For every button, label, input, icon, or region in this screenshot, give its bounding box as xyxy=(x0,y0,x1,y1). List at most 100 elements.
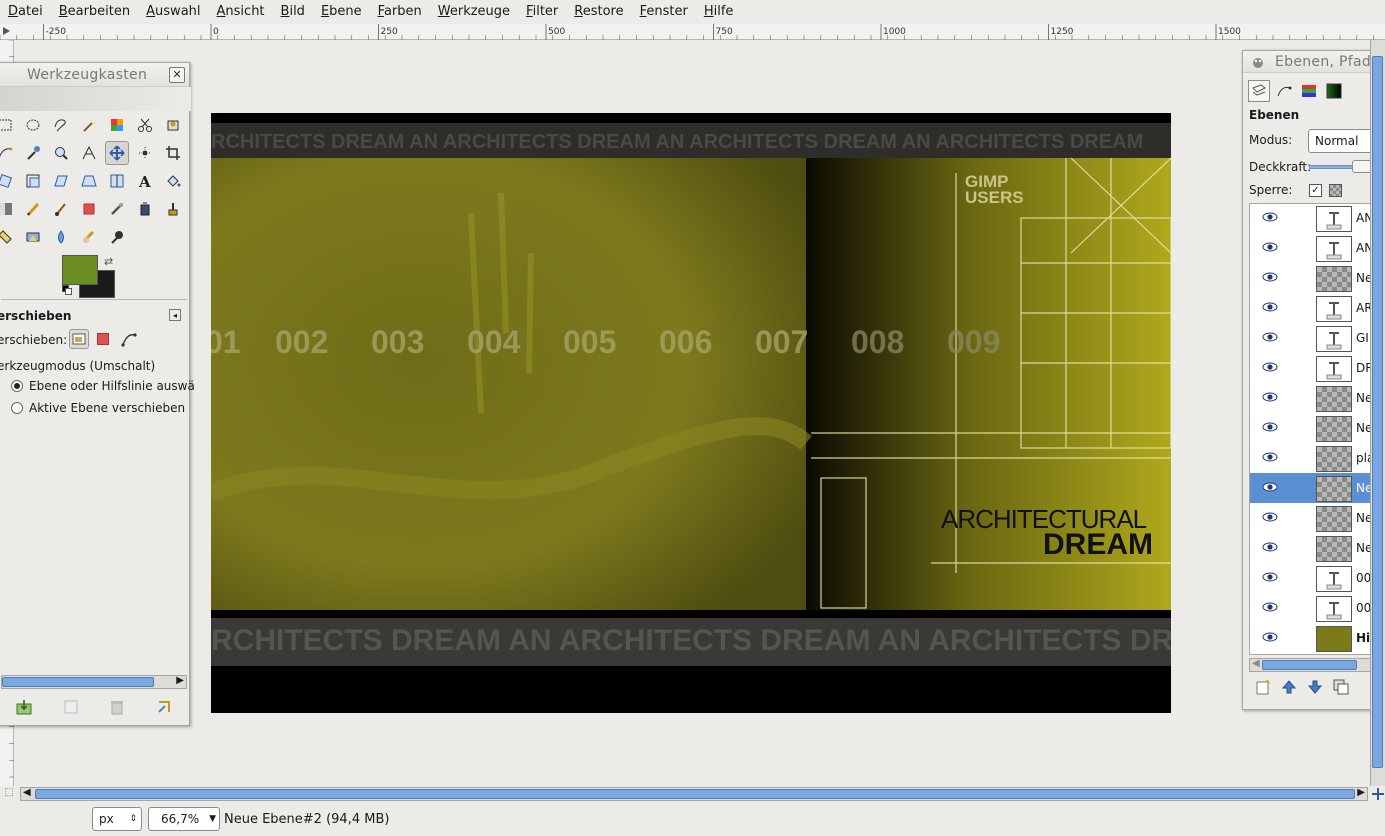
tool-airbrush-icon[interactable] xyxy=(105,197,129,221)
tool-color-select-icon[interactable] xyxy=(105,113,129,137)
swap-colors-icon[interactable]: ⇄ xyxy=(104,255,113,268)
canvas-scroll-right-icon[interactable]: ▶ xyxy=(1357,787,1365,798)
tool-scissors-icon[interactable] xyxy=(133,113,157,137)
eye-icon[interactable] xyxy=(1262,331,1278,343)
new-layer-icon[interactable] xyxy=(1255,679,1271,695)
unit-select[interactable]: px ⇕ xyxy=(92,807,142,831)
eye-icon[interactable] xyxy=(1262,271,1278,283)
layer-row[interactable]: Neue xyxy=(1250,473,1385,503)
layer-row[interactable]: plans xyxy=(1250,443,1385,473)
lower-layer-icon[interactable] xyxy=(1307,679,1323,695)
layer-row[interactable]: 001 xyxy=(1250,563,1385,593)
move-path-mode-icon[interactable] xyxy=(121,331,137,347)
tool-bucket-fill-icon[interactable] xyxy=(161,169,185,193)
menu-auswahl[interactable]: Auswahl xyxy=(138,0,208,24)
tool-smudge-icon[interactable] xyxy=(77,225,101,249)
tool-eraser-icon[interactable] xyxy=(77,197,101,221)
eye-icon[interactable] xyxy=(1262,571,1278,583)
foreground-color-swatch[interactable] xyxy=(62,255,98,285)
default-colors-icon[interactable] xyxy=(62,285,72,295)
layer-row[interactable]: GIMP xyxy=(1250,323,1385,353)
menu-bearbeiten[interactable]: Bearbeiten xyxy=(51,0,138,24)
save-options-icon[interactable] xyxy=(16,699,32,715)
scroll-right-arrow-icon[interactable]: ▶ xyxy=(176,675,184,686)
delete-options-icon[interactable] xyxy=(109,699,125,715)
layer-row[interactable]: ARCH xyxy=(1250,293,1385,323)
reset-options-icon[interactable] xyxy=(156,699,172,715)
eye-icon[interactable] xyxy=(1262,421,1278,433)
tool-foreground-select-icon[interactable] xyxy=(161,113,185,137)
eye-icon[interactable] xyxy=(1262,511,1278,523)
canvas-hscrollbar[interactable]: ◀ ▶ xyxy=(20,787,1368,801)
canvas-scroll-left-icon[interactable]: ◀ xyxy=(23,787,31,798)
tool-fuzzy-select-icon[interactable] xyxy=(77,113,101,137)
move-active-layer-option[interactable]: Aktive Ebene verschieben xyxy=(11,401,185,415)
canvas-hscroll-thumb[interactable] xyxy=(35,789,1355,799)
menu-werkzeuge[interactable]: Werkzeuge xyxy=(430,0,518,24)
pick-layer-radio[interactable] xyxy=(11,380,23,392)
eye-icon[interactable] xyxy=(1262,301,1278,313)
layer-row[interactable]: Neue xyxy=(1250,263,1385,293)
layer-row[interactable]: AN AR xyxy=(1250,203,1385,233)
tool-ink-icon[interactable] xyxy=(133,197,157,221)
layer-row[interactable]: Neue xyxy=(1250,413,1385,443)
tool-crop-icon[interactable] xyxy=(161,141,185,165)
eye-icon[interactable] xyxy=(1262,211,1278,223)
zoom-select[interactable]: 66,7% ▼ xyxy=(148,807,220,831)
tool-paths-icon[interactable] xyxy=(0,141,17,165)
raise-layer-icon[interactable] xyxy=(1281,679,1297,695)
horizontal-ruler[interactable]: -250 0 250 500 750 1000 1250 1500 xyxy=(0,24,1385,40)
eye-icon[interactable] xyxy=(1262,481,1278,493)
eye-icon[interactable] xyxy=(1262,541,1278,553)
tool-blur-icon[interactable] xyxy=(49,225,73,249)
tool-shear-icon[interactable] xyxy=(49,169,73,193)
tool-flip-icon[interactable] xyxy=(105,169,129,193)
tool-clone-icon[interactable] xyxy=(161,197,185,221)
tool-move-icon[interactable] xyxy=(105,141,129,165)
tool-dodge-burn-icon[interactable] xyxy=(105,225,129,249)
tool-free-select-icon[interactable] xyxy=(49,113,73,137)
menu-restore[interactable]: Restore xyxy=(566,0,631,24)
lock-alpha-icon[interactable] xyxy=(1329,184,1342,197)
eye-icon[interactable] xyxy=(1262,601,1278,613)
tool-scale-icon[interactable] xyxy=(21,169,45,193)
tool-color-picker-icon[interactable] xyxy=(21,141,45,165)
duplicate-layer-icon[interactable] xyxy=(1333,679,1349,695)
layers-hscrollbar[interactable]: ◀ xyxy=(1249,658,1385,672)
tab-channels-icon[interactable] xyxy=(1298,80,1320,102)
layers-scroll-left-icon[interactable]: ◀ xyxy=(1252,658,1260,669)
tool-blend-icon[interactable] xyxy=(0,197,17,221)
menu-bild[interactable]: Bild xyxy=(273,0,313,24)
tool-zoom-icon[interactable] xyxy=(49,141,73,165)
tool-pencil-icon[interactable] xyxy=(21,197,45,221)
eye-icon[interactable] xyxy=(1262,391,1278,403)
move-active-layer-radio[interactable] xyxy=(11,402,23,414)
eye-icon[interactable] xyxy=(1262,631,1278,643)
move-layer-mode-icon[interactable] xyxy=(69,329,89,349)
toolbox-scroll-thumb[interactable] xyxy=(2,677,154,687)
eye-icon[interactable] xyxy=(1262,241,1278,253)
menu-ebene[interactable]: Ebene xyxy=(313,0,370,24)
canvas-vscrollbar[interactable] xyxy=(1370,40,1385,786)
layers-titlebar[interactable]: Ebenen, Pfade, xyxy=(1243,51,1385,73)
tool-perspective-clone-icon[interactable] xyxy=(21,225,45,249)
layer-row[interactable]: Neue xyxy=(1250,503,1385,533)
tool-rect-select-icon[interactable] xyxy=(0,113,17,137)
eye-icon[interactable] xyxy=(1262,451,1278,463)
zoom-dropdown-icon[interactable]: ▼ xyxy=(209,814,216,824)
layer-row[interactable]: Hinte xyxy=(1250,623,1385,653)
tool-options-menu-icon[interactable]: ◂ xyxy=(169,309,181,321)
navigate-icon[interactable] xyxy=(1370,787,1385,801)
eye-icon[interactable] xyxy=(1262,361,1278,373)
tool-perspective-icon[interactable] xyxy=(77,169,101,193)
menu-hilfe[interactable]: Hilfe xyxy=(696,0,742,24)
layer-row[interactable]: DREA xyxy=(1250,353,1385,383)
menu-ansicht[interactable]: Ansicht xyxy=(209,0,273,24)
toolbox-close-button[interactable]: ✕ xyxy=(169,66,185,83)
tool-ellipse-select-icon[interactable] xyxy=(21,113,45,137)
tab-layers-icon[interactable] xyxy=(1248,80,1270,102)
toolbox-window[interactable]: Werkzeugkasten ✕ A ⇄ erschieben ◂ erschi… xyxy=(0,62,195,726)
menu-datei[interactable]: Datei xyxy=(0,0,51,24)
tab-gradient-icon[interactable] xyxy=(1323,80,1345,102)
layer-row[interactable]: Neue xyxy=(1250,533,1385,563)
